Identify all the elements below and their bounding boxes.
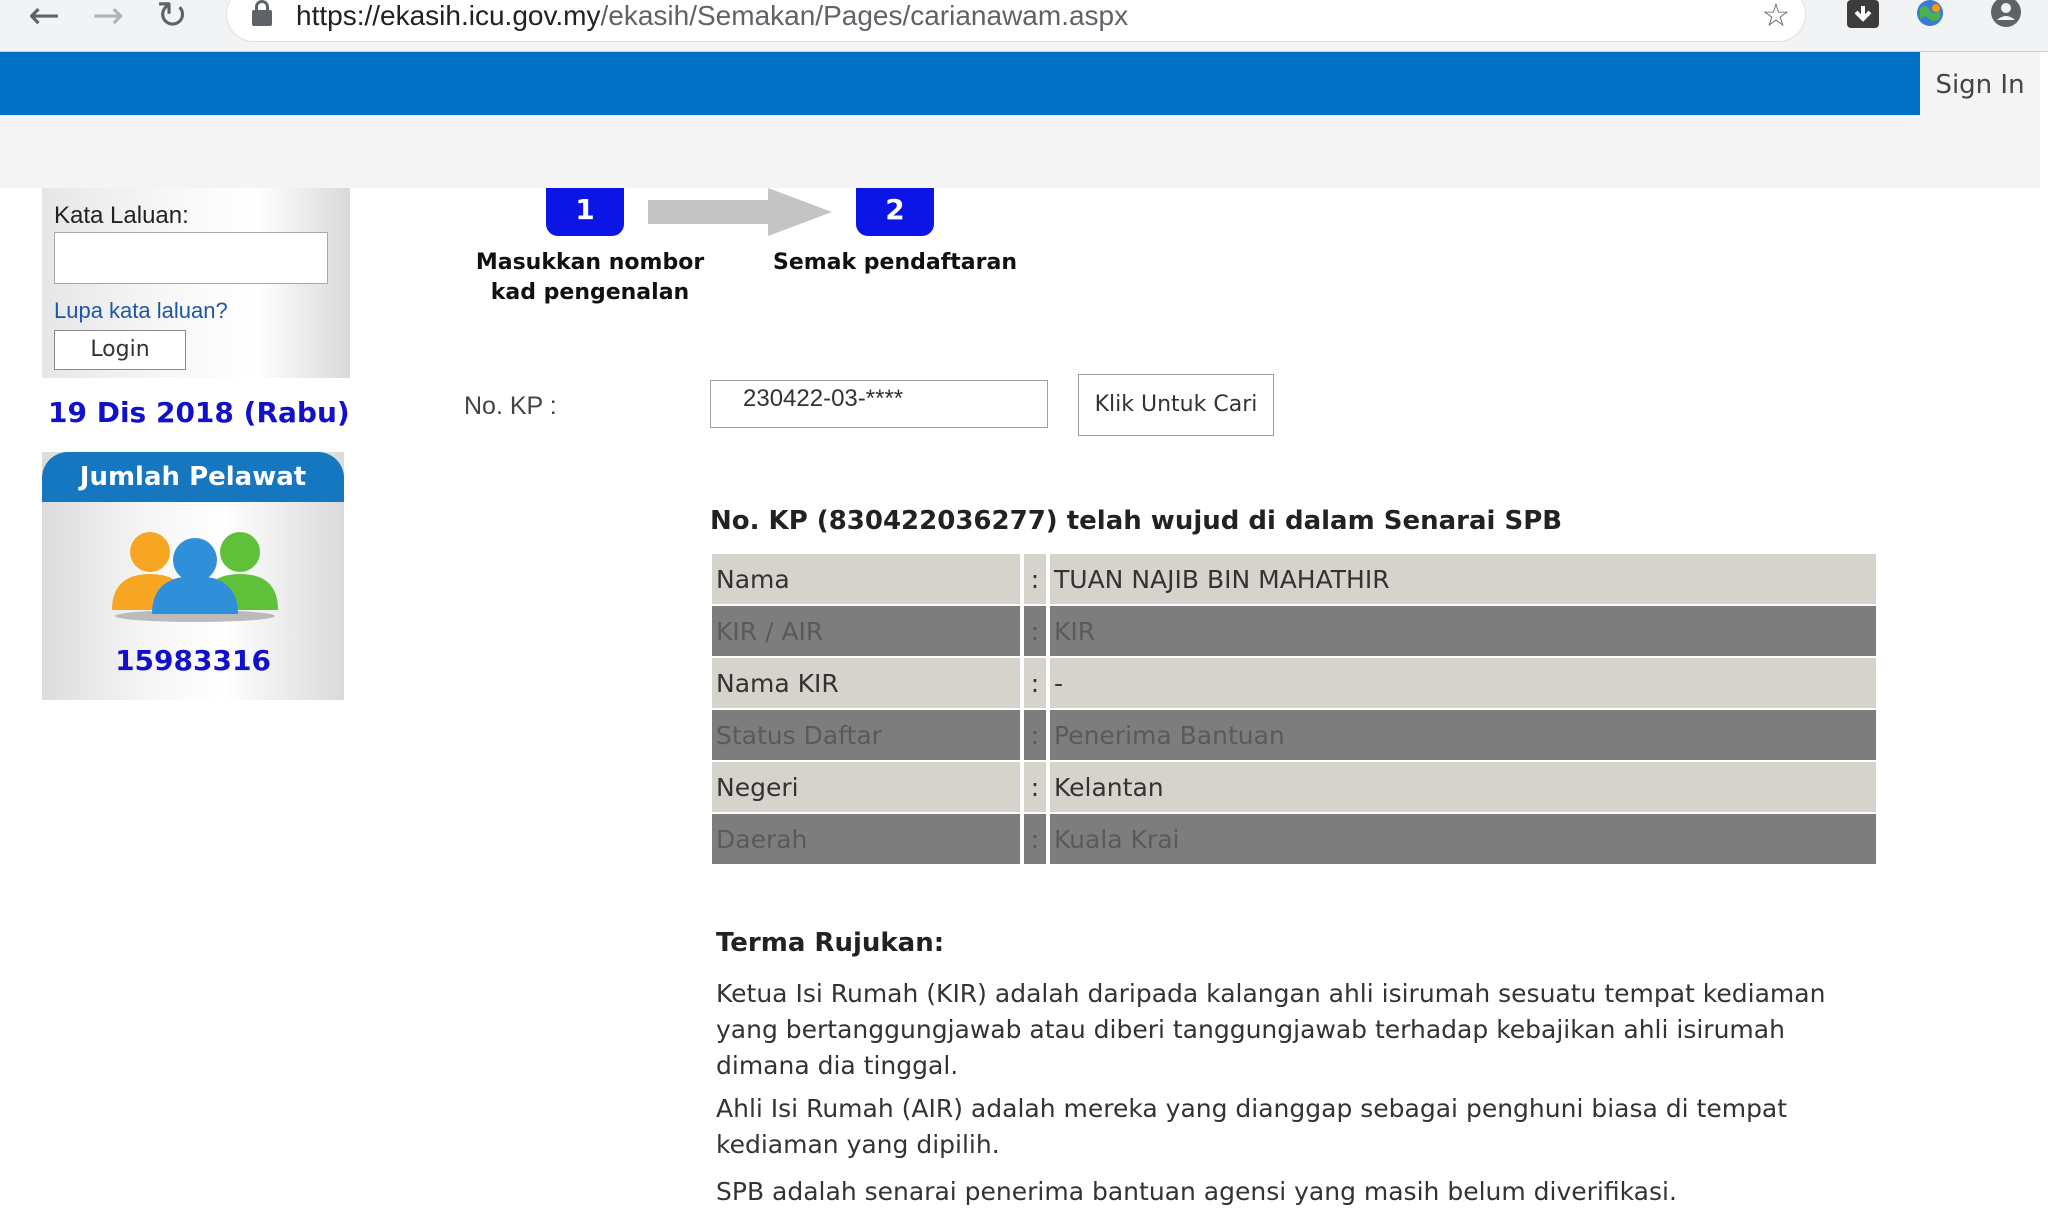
row-separator: : [1020,658,1050,710]
table-row: Daerah : Kuala Krai [712,814,1876,866]
step-1-label-line1: Masukkan nombor [475,250,705,275]
browser-toolbar: ← → ↻ https://ekasih.icu.gov.my/ekasih/S… [0,0,2048,52]
profile-icon[interactable] [1986,0,2026,34]
result-heading: No. KP (830422036277) telah wujud di dal… [710,506,1563,536]
row-label: Nama [712,554,1020,606]
table-row: Nama : TUAN NAJIB BIN MAHATHIR [712,554,1876,606]
row-label: KIR / AIR [712,606,1020,658]
row-value: KIR [1050,606,1876,658]
row-label: Nama KIR [712,658,1020,710]
reload-icon[interactable]: ↻ [150,0,194,34]
terms-spb-definition: SPB adalah senarai penerima bantuan agen… [716,1177,1677,1206]
url-host: https://ekasih.icu.gov.my [296,0,601,31]
row-value: Kuala Krai [1050,814,1876,866]
step-1-badge: 1 [546,188,624,236]
visitor-counter-panel: Jumlah Pelawat 15983316 [42,452,344,700]
terms-kir-definition: Ketua Isi Rumah (KIR) adalah daripada ka… [716,979,1826,1080]
table-row: Nama KIR : - [712,658,1876,710]
table-row: Status Daftar : Penerima Bantuan [712,710,1876,762]
url-text[interactable]: https://ekasih.icu.gov.my/ekasih/Semakan… [296,0,1128,34]
url-path: /ekasih/Semakan/Pages/carianawam.aspx [600,0,1129,31]
row-value: - [1050,658,1876,710]
password-label: Kata Laluan: [54,202,189,229]
row-value: Penerima Bantuan [1050,710,1876,762]
globe-extension-icon[interactable] [1912,0,1948,34]
row-separator: : [1020,762,1050,814]
step-1-label-line2: kad pengenalan [490,280,690,305]
people-group-icon [110,524,280,624]
forward-icon[interactable]: → [86,0,130,34]
download-extension-icon[interactable] [1846,0,1880,34]
row-separator: : [1020,814,1050,866]
visitor-count: 15983316 [115,644,271,677]
row-separator: : [1020,606,1050,658]
site-header-bar [0,52,1920,115]
password-input[interactable] [54,232,328,284]
current-date: 19 Dis 2018 (Rabu) [48,396,350,429]
star-icon[interactable]: ☆ [1756,0,1796,34]
row-value: TUAN NAJIB BIN MAHATHIR [1050,554,1876,606]
forgot-password-link[interactable]: Lupa kata laluan? [54,298,228,324]
kp-input[interactable]: 230422-03-**** [710,380,1048,428]
back-icon[interactable]: ← [22,0,66,34]
login-button[interactable]: Login [54,330,186,370]
site-subheader [0,115,2040,188]
kp-label: No. KP : [464,392,557,420]
row-value: Kelantan [1050,762,1876,814]
step-2-badge: 2 [856,188,934,236]
terms-air-definition: Ahli Isi Rumah (AIR) adalah mereka yang … [716,1094,1788,1159]
visitor-counter-title: Jumlah Pelawat [42,452,344,502]
row-label: Negeri [712,762,1020,814]
row-separator: : [1020,554,1050,606]
step-arrow-icon [648,188,832,236]
login-panel: Kata Laluan: Lupa kata laluan? Login [42,188,350,378]
sign-in-link[interactable]: Sign In [1920,52,2040,115]
lock-icon [252,0,272,26]
table-row: Negeri : Kelantan [712,762,1876,814]
row-separator: : [1020,710,1050,762]
step-1-label: Masukkan nombor kad pengenalan [470,248,710,308]
result-table: Nama : TUAN NAJIB BIN MAHATHIR KIR / AIR… [712,554,1876,866]
terms-heading: Terma Rujukan: [716,928,945,958]
row-label: Daerah [712,814,1020,866]
search-button[interactable]: Klik Untuk Cari [1078,374,1274,436]
table-row: KIR / AIR : KIR [712,606,1876,658]
row-label: Status Daftar [712,710,1020,762]
step-2-label: Semak pendaftaran [772,250,1018,275]
